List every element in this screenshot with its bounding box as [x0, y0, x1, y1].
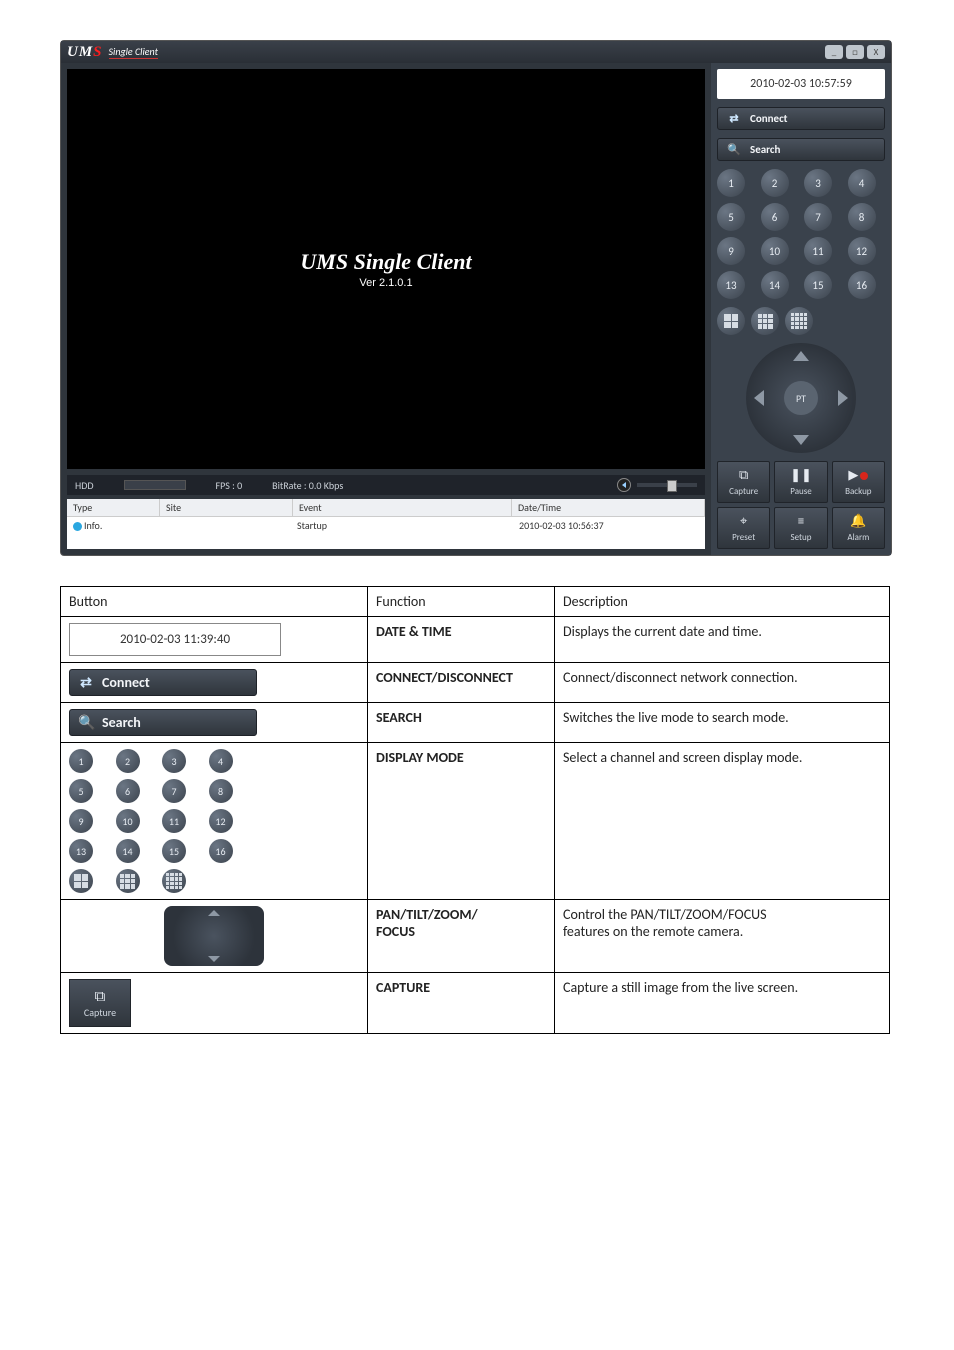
search-icon: 🔍: [726, 143, 742, 156]
display-mode-3x3[interactable]: [751, 307, 779, 335]
connect-icon: ⇄: [78, 674, 94, 691]
tilt-down-icon: [208, 956, 220, 962]
log-header-site: Site: [160, 499, 293, 516]
status-bar: HDD FPS : 0 BitRate : 0.0 Kbps: [67, 475, 705, 495]
side-panel: 2010-02-03 10:57:59 ⇄ Connect 🔍 Search 1…: [711, 63, 891, 555]
preset-icon: ⌖: [740, 514, 747, 530]
thumb-channel-grid: 1234 5678 9101112 13141516: [69, 749, 249, 893]
display-mode-2x2[interactable]: [717, 307, 745, 335]
pause-button[interactable]: ❚❚Pause: [774, 461, 827, 503]
connect-icon: ⇄: [726, 112, 742, 125]
camera-icon: ⧉: [95, 988, 106, 1006]
hdd-label: HDD: [75, 479, 94, 492]
channel-grid: 1 2 3 4 5 6 7 8 9 10 11 12 13 14 15 16: [717, 169, 885, 299]
video-version: Ver 2.1.0.1: [359, 277, 412, 289]
thumb-ptz-control: [164, 906, 264, 966]
display-mode-4x4-icon: [162, 869, 186, 893]
tilt-up-icon: [208, 910, 220, 916]
pan-right-icon[interactable]: [838, 390, 848, 406]
search-button[interactable]: 🔍 Search: [717, 138, 885, 161]
thumb-connect-button: ⇄ Connect: [69, 669, 257, 696]
channel-16[interactable]: 16: [848, 271, 876, 299]
display-mode-2x2-icon: [69, 869, 93, 893]
channel-10[interactable]: 10: [761, 237, 789, 265]
hdd-meter: [124, 480, 186, 490]
alarm-icon: 🔔: [850, 514, 866, 530]
thumb-capture-button: ⧉ Capture: [69, 979, 131, 1027]
fps-label: FPS : 0: [216, 479, 243, 492]
thumb-search-button: 🔍 Search: [69, 709, 257, 736]
thumb-clock: 2010-02-03 11:39:40: [69, 623, 281, 656]
titlebar: UMS Single Client _ □ X: [61, 41, 891, 63]
row-connect: ⇄ Connect CONNECT/DISCONNECT Connect/dis…: [61, 663, 890, 703]
display-mode-3x3-icon: [116, 869, 140, 893]
log-header-event: Event: [293, 499, 512, 516]
channel-14[interactable]: 14: [761, 271, 789, 299]
ums-single-client-window: UMS Single Client _ □ X UMS Single Clien…: [60, 40, 892, 556]
row-display-mode: 1234 5678 9101112 13141516 DISPLAY MODE …: [61, 743, 890, 900]
backup-button[interactable]: ▶Backup: [832, 461, 885, 503]
preset-button[interactable]: ⌖Preset: [717, 507, 770, 549]
display-mode-4x4[interactable]: [785, 307, 813, 335]
channel-4[interactable]: 4: [848, 169, 876, 197]
col-button: Button: [61, 587, 368, 617]
channel-9[interactable]: 9: [717, 237, 745, 265]
button-reference-table: Button Function Description 2010-02-03 1…: [60, 586, 890, 1034]
maximize-button[interactable]: □: [846, 45, 864, 59]
capture-button[interactable]: ⧉Capture: [717, 461, 770, 503]
log-header-type: Type: [67, 499, 160, 516]
channel-12[interactable]: 12: [848, 237, 876, 265]
channel-6[interactable]: 6: [761, 203, 789, 231]
channel-15[interactable]: 15: [804, 271, 832, 299]
col-function: Function: [368, 587, 555, 617]
camera-icon: ⧉: [739, 468, 748, 484]
channel-11[interactable]: 11: [804, 237, 832, 265]
app-logo: UMS: [67, 44, 103, 61]
row-search: 🔍 Search SEARCH Switches the live mode t…: [61, 703, 890, 743]
clock-display: 2010-02-03 10:57:59: [717, 69, 885, 99]
channel-1[interactable]: 1: [717, 169, 745, 197]
event-log: Type Site Event Date/Time Info. Startup …: [67, 499, 705, 549]
bitrate-label: BitRate : 0.0 Kbps: [272, 479, 343, 492]
ptz-center[interactable]: PT: [784, 381, 818, 415]
minimize-button[interactable]: _: [825, 45, 843, 59]
pause-icon: ❚❚: [790, 468, 812, 484]
pan-left-icon[interactable]: [754, 390, 764, 406]
record-icon: ▶: [848, 468, 868, 484]
app-subtitle: Single Client: [109, 45, 158, 59]
row-ptz: PAN/TILT/ZOOM/FOCUS Control the PAN/TILT…: [61, 900, 890, 973]
video-title: UMS Single Client: [300, 249, 471, 275]
tilt-up-icon[interactable]: [793, 351, 809, 361]
tilt-down-icon[interactable]: [793, 435, 809, 445]
channel-13[interactable]: 13: [717, 271, 745, 299]
row-capture: ⧉ Capture CAPTURE Capture a still image …: [61, 973, 890, 1034]
channel-5[interactable]: 5: [717, 203, 745, 231]
row-datetime: 2010-02-03 11:39:40 DATE & TIME Displays…: [61, 617, 890, 663]
channel-3[interactable]: 3: [804, 169, 832, 197]
info-icon: [73, 522, 82, 531]
setup-icon: ≡: [798, 514, 804, 530]
log-header-datetime: Date/Time: [512, 499, 705, 516]
channel-2[interactable]: 2: [761, 169, 789, 197]
alarm-button[interactable]: 🔔Alarm: [832, 507, 885, 549]
volume-control[interactable]: [617, 478, 697, 492]
close-button[interactable]: X: [867, 45, 885, 59]
log-row: Info. Startup 2010-02-03 10:56:37: [67, 517, 705, 534]
speaker-icon: [617, 478, 631, 492]
setup-button[interactable]: ≡Setup: [774, 507, 827, 549]
ptz-control[interactable]: PT: [746, 343, 856, 453]
channel-8[interactable]: 8: [848, 203, 876, 231]
channel-7[interactable]: 7: [804, 203, 832, 231]
col-description: Description: [555, 587, 890, 617]
search-icon: 🔍: [78, 714, 94, 731]
volume-slider[interactable]: [637, 483, 697, 487]
connect-button[interactable]: ⇄ Connect: [717, 107, 885, 130]
video-area: UMS Single Client Ver 2.1.0.1: [67, 69, 705, 469]
